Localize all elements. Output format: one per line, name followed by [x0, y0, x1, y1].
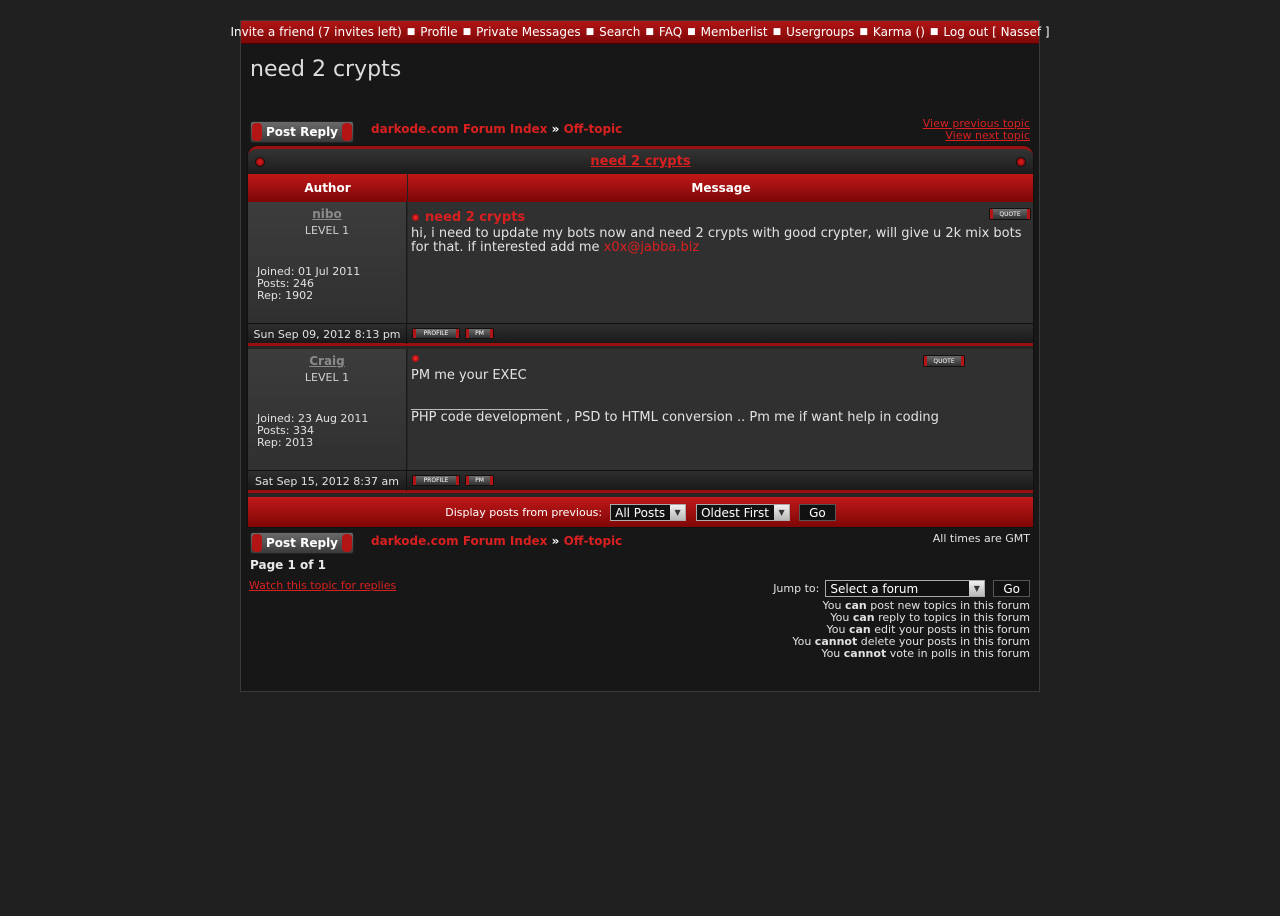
nav-karma[interactable]: Karma () [873, 25, 925, 39]
pm-button[interactable]: PM [465, 475, 494, 486]
display-go-button[interactable]: Go [799, 504, 836, 521]
nav-faq[interactable]: FAQ [659, 25, 682, 39]
top-navigation: Invite a friend (7 invites left) ■ Profil… [230, 21, 1050, 44]
page-title: need 2 crypts [250, 57, 402, 82]
profile-button[interactable]: PROFILE [412, 328, 460, 339]
timezone-note: All times are GMT [932, 532, 1030, 545]
chevron-down-icon: ▼ [969, 581, 985, 596]
breadcrumb-separator: » [551, 534, 560, 548]
post-reply-button[interactable]: Post Reply [250, 121, 354, 143]
post-row: nibo LEVEL 1 Joined: 01 Jul 2011 Posts: … [248, 202, 1033, 350]
quote-button[interactable]: QUOTE [989, 208, 1031, 220]
post-subject: need 2 crypts [412, 210, 525, 225]
jump-label: Jump to: [773, 582, 820, 595]
nav-memberlist[interactable]: Memberlist [701, 25, 768, 39]
post-author-panel: nibo LEVEL 1 Joined: 01 Jul 2011 Posts: … [248, 202, 407, 323]
display-options-bar: Display posts from previous: All Posts ▼… [248, 497, 1033, 527]
author-rep: Rep: 1902 [257, 289, 314, 302]
breadcrumb-off-topic[interactable]: Off-topic [564, 122, 623, 136]
jump-to: Jump to: Select a forum ▼ Go [773, 580, 1030, 597]
nav-separator: ■ [462, 27, 472, 37]
nav-separator: ■ [859, 27, 868, 37]
post-text: PM me your EXEC [411, 368, 527, 383]
nav-separator: ■ [406, 27, 416, 37]
display-label: Display posts from previous: [445, 506, 603, 519]
pm-button[interactable]: PM [465, 328, 494, 339]
breadcrumb-bottom: darkode.com Forum Index » Off-topic [371, 534, 622, 548]
sort-order-select[interactable]: Oldest First ▼ [696, 504, 791, 521]
nav-logout[interactable]: Log out [ Nassef ] [943, 25, 1049, 39]
nav-separator: ■ [772, 27, 782, 37]
nav-profile[interactable]: Profile [420, 25, 457, 39]
nav-usergroups[interactable]: Usergroups [786, 25, 854, 39]
breadcrumb: darkode.com Forum Index » Off-topic [371, 122, 622, 136]
nav-separator: ■ [585, 27, 595, 37]
post-body: QUOTE PM me your EXEC PHP code developme… [408, 349, 1033, 470]
post-reply-button-bottom[interactable]: Post Reply [250, 532, 354, 554]
nav-separator: ■ [929, 27, 939, 37]
post-date: Sun Sep 09, 2012 8:13 pm [248, 324, 407, 344]
forum-page: Invite a friend (7 invites left) ■ Profil… [230, 20, 1050, 692]
sort-order-value: Oldest First [701, 505, 769, 520]
post-subject [412, 355, 425, 362]
posts-period-select[interactable]: All Posts ▼ [610, 504, 687, 521]
forum-select[interactable]: Select a forum ▼ [825, 580, 986, 597]
permissions-list: You can post new topics in this forum Yo… [792, 600, 1030, 660]
table-caption: need 2 crypts [248, 146, 1033, 174]
breadcrumb-off-topic[interactable]: Off-topic [564, 534, 623, 548]
post-subject-text: need 2 crypts [425, 210, 526, 225]
nav-separator: ■ [687, 27, 696, 37]
watch-topic-link[interactable]: Watch this topic for replies [249, 579, 396, 592]
topic-navigation: View previous topic View next topic [923, 118, 1030, 142]
breadcrumb-forum-index[interactable]: darkode.com Forum Index [371, 122, 547, 136]
chevron-down-icon: ▼ [774, 505, 790, 520]
posts-table: need 2 crypts Author Message nibo LEVEL … [247, 145, 1034, 528]
post-body: need 2 crypts QUOTE hi, i need to update… [408, 202, 1033, 323]
post-text-content: hi, i need to update my bots now and nee… [411, 226, 1022, 255]
author-level: LEVEL 1 [304, 224, 350, 237]
post-footer: Sat Sep 15, 2012 8:37 am PROFILE PM [248, 470, 1033, 493]
jump-go-button[interactable]: Go [993, 580, 1030, 597]
post-author-panel: Craig LEVEL 1 Joined: 23 Aug 2011 Posts:… [248, 349, 407, 470]
author-rep: Rep: 2013 [257, 436, 314, 449]
red-dot-icon [1016, 157, 1026, 167]
nav-private-messages[interactable]: Private Messages [476, 25, 581, 39]
topic-caption-link[interactable]: need 2 crypts [590, 154, 690, 169]
post-signature: PHP code development , PSD to HTML conve… [411, 410, 939, 425]
posts-period-value: All Posts [615, 505, 666, 520]
post-footer: Sun Sep 09, 2012 8:13 pm PROFILE PM [248, 323, 1033, 346]
author-level: LEVEL 1 [304, 371, 350, 384]
page-number: Page 1 of 1 [250, 558, 326, 572]
post-date: Sat Sep 15, 2012 8:37 am [248, 471, 407, 491]
breadcrumb-separator: » [551, 122, 560, 136]
red-dot-icon [255, 157, 265, 167]
author-meta: Joined: 23 Aug 2011 Posts: 334 Rep: 2013 [257, 413, 368, 449]
next-topic-link[interactable]: View next topic [923, 130, 1030, 142]
author-meta: Joined: 01 Jul 2011 Posts: 246 Rep: 1902 [257, 266, 360, 302]
column-header-author: Author [248, 174, 408, 202]
nav-separator: ■ [645, 27, 654, 37]
column-header-message: Message [408, 174, 1033, 202]
nav-search[interactable]: Search [599, 25, 640, 39]
post-row: Craig LEVEL 1 Joined: 23 Aug 2011 Posts:… [248, 349, 1033, 497]
permission-line: You cannot vote in polls in this forum [821, 647, 1030, 660]
nav-invite[interactable]: Invite a friend (7 invites left) [230, 25, 401, 39]
author-name[interactable]: Craig [248, 354, 406, 368]
breadcrumb-forum-index[interactable]: darkode.com Forum Index [371, 534, 547, 548]
profile-button[interactable]: PROFILE [412, 475, 460, 486]
quote-button[interactable]: QUOTE [923, 355, 965, 367]
chevron-down-icon: ▼ [670, 505, 686, 520]
red-dot-icon [412, 355, 419, 362]
author-name[interactable]: nibo [248, 207, 406, 221]
red-dot-icon [412, 214, 419, 221]
forum-select-value: Select a forum [830, 581, 919, 596]
post-text: hi, i need to update my bots now and nee… [411, 227, 1026, 255]
contact-link[interactable]: x0x@jabba.biz [604, 240, 700, 255]
